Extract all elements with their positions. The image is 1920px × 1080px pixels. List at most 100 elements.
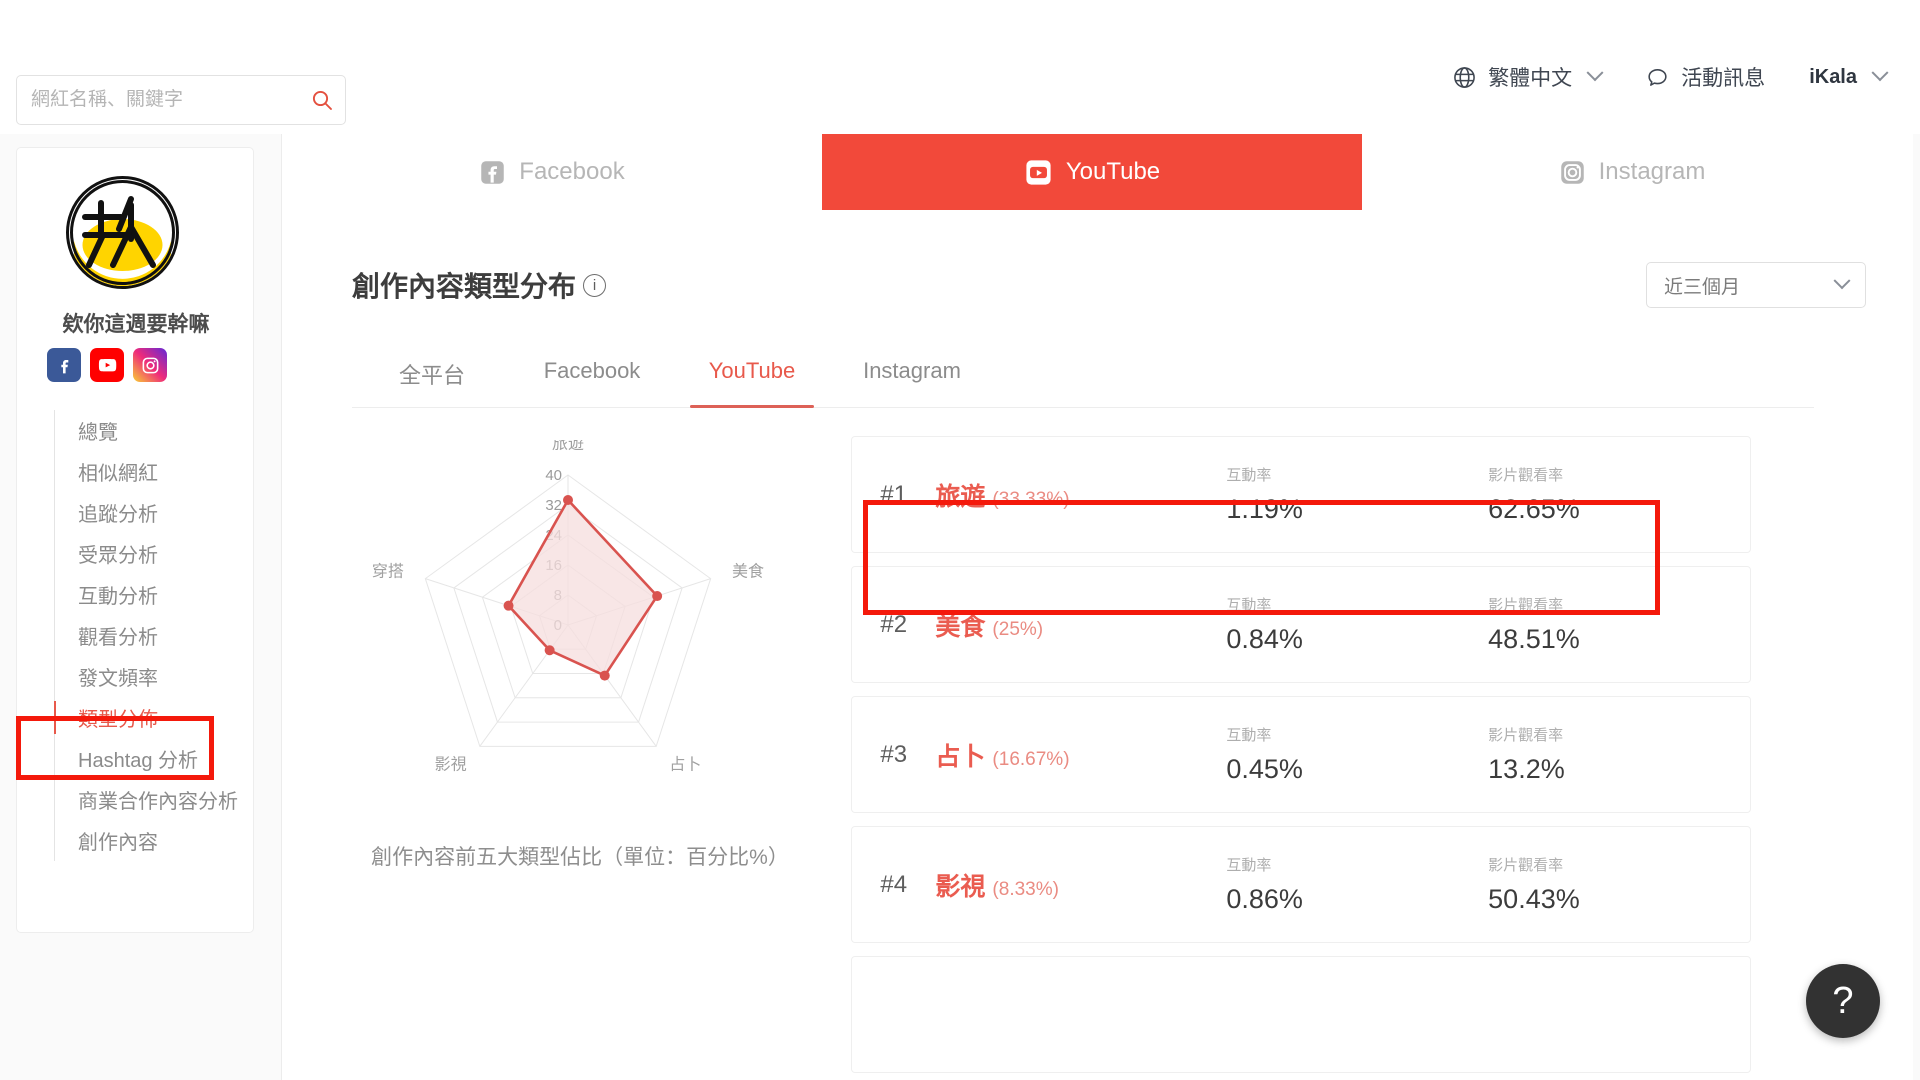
view-rate-label: 影片觀看率 bbox=[1488, 597, 1564, 614]
sidebar-item-label: 類型分佈 bbox=[78, 709, 158, 731]
sidebar-item-label: 商業合作內容分析 bbox=[78, 791, 238, 813]
platform-sub-tabs: 全平台 Facebook YouTube Instagram bbox=[352, 348, 1814, 408]
svg-text:32: 32 bbox=[545, 497, 562, 514]
engagement-label: 互動率 bbox=[1226, 857, 1272, 874]
language-selector[interactable]: 繁體中文 bbox=[1452, 62, 1604, 92]
sub-tab-label: YouTube bbox=[708, 358, 796, 383]
globe-icon bbox=[1454, 66, 1476, 88]
app-root: 繁體中文 活動訊息 iKala bbox=[0, 0, 1920, 1080]
table-row[interactable]: #1 旅遊 (33.33%) 互動率 1.19% 影片觀看率 62.65% bbox=[851, 436, 1751, 553]
content-area: 0816243240旅遊美食占卜影視穿搭 創作內容前五大類型佔比（單位：百分比%… bbox=[282, 418, 1920, 1080]
engagement-metric: 互動率 0.45% bbox=[1226, 724, 1488, 785]
sidebar-item-view-analysis[interactable]: 觀看分析 bbox=[55, 615, 238, 656]
rank-number: #3 bbox=[880, 740, 908, 768]
search-icon bbox=[312, 90, 332, 110]
sidebar-item-category-distribution[interactable]: 類型分佈 bbox=[54, 697, 238, 738]
help-button[interactable]: ? bbox=[1806, 964, 1880, 1038]
activity-news-button[interactable]: 活動訊息 bbox=[1645, 62, 1765, 92]
engagement-metric: 互動率 1.19% bbox=[1226, 464, 1488, 525]
tab-facebook[interactable]: Facebook bbox=[282, 134, 822, 210]
sidebar-item-post-frequency[interactable]: 發文頻率 bbox=[55, 656, 238, 697]
engagement-value: 0.86% bbox=[1226, 884, 1303, 914]
category-name: 旅遊 bbox=[935, 482, 986, 511]
page-title: 創作內容類型分布 i bbox=[352, 265, 607, 305]
youtube-icon[interactable] bbox=[90, 348, 124, 382]
tab-label: YouTube bbox=[1065, 158, 1161, 185]
view-rate-value: 48.51% bbox=[1488, 624, 1580, 654]
table-row[interactable]: #4 影視 (8.33%) 互動率 0.86% 影片觀看率 50.43% bbox=[851, 826, 1751, 943]
engagement-value: 1.19% bbox=[1226, 494, 1303, 524]
social-links bbox=[47, 348, 167, 382]
category-cell: 影視 (8.33%) bbox=[935, 867, 1226, 903]
sidebar-item-similar-influencers[interactable]: 相似網紅 bbox=[55, 451, 238, 492]
scrollbar-track[interactable] bbox=[1913, 134, 1920, 1080]
instagram-icon bbox=[1560, 160, 1584, 184]
rank-number: #1 bbox=[880, 480, 908, 508]
sidebar-item-engagement-analysis[interactable]: 互動分析 bbox=[55, 574, 238, 615]
category-share: (8.33%) bbox=[992, 878, 1059, 900]
sidebar-item-label: 創作內容 bbox=[78, 832, 158, 854]
avatar bbox=[66, 176, 179, 289]
chart-caption: 創作內容前五大類型佔比（單位：百分比%） bbox=[371, 846, 789, 869]
engagement-metric: 互動率 0.86% bbox=[1226, 854, 1488, 915]
engagement-label: 互動率 bbox=[1226, 727, 1272, 744]
radar-chart-container: 0816243240旅遊美食占卜影視穿搭 創作內容前五大類型佔比（單位：百分比%… bbox=[282, 418, 842, 1080]
sidebar-item-sponsored-content-analysis[interactable]: 商業合作內容分析 bbox=[55, 779, 238, 820]
date-range-value: 近三個月 bbox=[1664, 276, 1741, 298]
rank-number: #4 bbox=[880, 870, 908, 898]
category-name: 美食 bbox=[935, 612, 986, 641]
sidebar-item-hashtag-analysis[interactable]: Hashtag 分析 bbox=[55, 738, 238, 779]
engagement-label: 互動率 bbox=[1226, 597, 1272, 614]
svg-text:影視: 影視 bbox=[435, 756, 467, 774]
sub-tab-youtube[interactable]: YouTube bbox=[672, 348, 832, 408]
search-input[interactable] bbox=[17, 76, 299, 124]
sidebar-item-overview[interactable]: 總覽 bbox=[55, 410, 238, 451]
category-cell: 占卜 (16.67%) bbox=[935, 737, 1226, 773]
sidebar-item-label: 發文頻率 bbox=[78, 668, 158, 690]
view-rate-value: 50.43% bbox=[1488, 884, 1580, 914]
sidebar-item-label: 觀看分析 bbox=[78, 627, 158, 649]
instagram-glyph bbox=[142, 357, 158, 373]
category-share: (25%) bbox=[992, 618, 1044, 640]
search-box[interactable] bbox=[16, 75, 346, 125]
sidebar-item-audience-analysis[interactable]: 受眾分析 bbox=[55, 533, 238, 574]
sub-tab-all-platforms[interactable]: 全平台 bbox=[352, 348, 512, 407]
tab-youtube[interactable]: YouTube bbox=[822, 134, 1362, 210]
sidebar-item-follower-analysis[interactable]: 追蹤分析 bbox=[55, 492, 238, 533]
category-cell: 旅遊 (33.33%) bbox=[935, 477, 1226, 513]
speech-bubble-icon bbox=[1648, 68, 1667, 86]
svg-text:旅遊: 旅遊 bbox=[552, 440, 584, 453]
search-button[interactable] bbox=[299, 76, 345, 124]
profile-name: 欸你這週要幹嘛 bbox=[62, 313, 210, 336]
tab-instagram[interactable]: Instagram bbox=[1362, 134, 1902, 210]
sidebar-item-label: 追蹤分析 bbox=[78, 504, 158, 526]
youtube-icon bbox=[1026, 159, 1051, 185]
table-row-partial[interactable] bbox=[851, 956, 1751, 1073]
table-row[interactable]: #2 美食 (25%) 互動率 0.84% 影片觀看率 48.51% bbox=[851, 566, 1751, 683]
category-name: 影視 bbox=[935, 872, 986, 901]
sidebar-item-creative-content[interactable]: 創作內容 bbox=[55, 820, 238, 861]
panel-header: 創作內容類型分布 i 近三個月 bbox=[282, 210, 1920, 308]
view-rate-metric: 影片觀看率 13.2% bbox=[1488, 724, 1750, 785]
engagement-value: 0.45% bbox=[1226, 754, 1303, 784]
sub-tab-label: Facebook bbox=[543, 358, 641, 383]
category-ranking-list: #1 旅遊 (33.33%) 互動率 1.19% 影片觀看率 62.65% #2… bbox=[842, 418, 1842, 1080]
engagement-value: 0.84% bbox=[1226, 624, 1303, 654]
sub-tab-instagram[interactable]: Instagram bbox=[832, 348, 992, 407]
category-name: 占卜 bbox=[935, 742, 986, 771]
date-range-select[interactable]: 近三個月 bbox=[1646, 262, 1866, 308]
info-icon[interactable]: i bbox=[583, 273, 607, 297]
instagram-icon[interactable] bbox=[133, 348, 167, 382]
view-rate-value: 13.2% bbox=[1488, 754, 1565, 784]
table-row[interactable]: #3 占卜 (16.67%) 互動率 0.45% 影片觀看率 13.2% bbox=[851, 696, 1751, 813]
view-rate-label: 影片觀看率 bbox=[1488, 467, 1564, 484]
platform-tabs: Facebook YouTube Instagram bbox=[282, 134, 1902, 210]
sub-tab-facebook[interactable]: Facebook bbox=[512, 348, 672, 407]
header-actions: 繁體中文 活動訊息 iKala bbox=[1452, 62, 1889, 92]
chevron-down-icon bbox=[1586, 64, 1604, 82]
view-rate-metric: 影片觀看率 48.51% bbox=[1488, 594, 1750, 655]
facebook-icon[interactable] bbox=[47, 348, 81, 382]
top-header: 繁體中文 活動訊息 iKala bbox=[0, 0, 1920, 134]
svg-text:40: 40 bbox=[545, 467, 562, 484]
user-menu[interactable]: iKala bbox=[1809, 64, 1889, 89]
